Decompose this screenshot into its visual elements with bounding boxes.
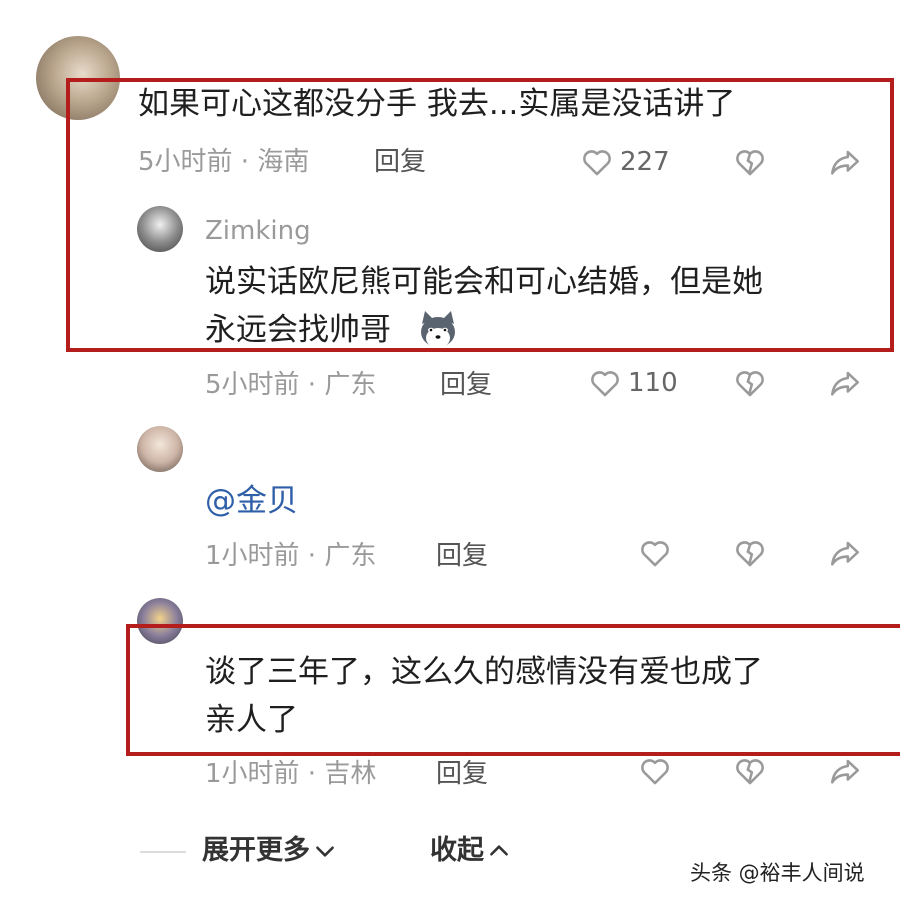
broken-heart-icon[interactable] bbox=[733, 536, 767, 570]
chevron-down-icon bbox=[312, 838, 338, 864]
comment-time-location: 1小时前 · 广东 bbox=[205, 541, 377, 571]
like-count: 110 bbox=[628, 368, 678, 398]
broken-heart-icon[interactable] bbox=[733, 366, 767, 400]
highlight-box bbox=[126, 624, 900, 756]
reply-button[interactable]: 回复 bbox=[436, 539, 488, 573]
broken-heart-icon[interactable] bbox=[733, 754, 767, 788]
reply-button[interactable]: 回复 bbox=[440, 368, 492, 402]
expand-more-label: 展开更多 bbox=[202, 835, 310, 866]
share-arrow-icon[interactable] bbox=[828, 754, 862, 788]
highlight-box bbox=[66, 78, 894, 352]
avatar[interactable] bbox=[137, 426, 183, 472]
chevron-up-icon bbox=[486, 838, 512, 864]
collapse-button[interactable]: 收起 bbox=[430, 834, 512, 868]
share-arrow-icon[interactable] bbox=[828, 536, 862, 570]
heart-outline-icon[interactable] bbox=[638, 754, 672, 788]
watermark: 头条 @裕丰人间说 bbox=[690, 861, 865, 885]
expand-more-button[interactable]: 展开更多 bbox=[202, 834, 338, 868]
comment-time-location: 5小时前 · 广东 bbox=[205, 370, 377, 400]
heart-outline-icon[interactable] bbox=[638, 536, 672, 570]
collapse-label: 收起 bbox=[430, 835, 484, 866]
divider bbox=[140, 851, 186, 853]
share-arrow-icon[interactable] bbox=[828, 366, 862, 400]
comment-time-location: 1小时前 · 吉林 bbox=[205, 759, 377, 789]
mention-link[interactable]: @金贝 bbox=[205, 481, 298, 521]
reply-button[interactable]: 回复 bbox=[436, 757, 488, 791]
heart-outline-icon[interactable] bbox=[588, 366, 622, 400]
